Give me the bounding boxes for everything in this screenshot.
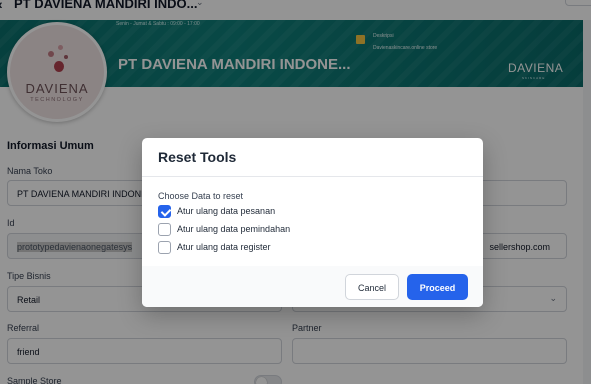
cancel-button[interactable]: Cancel [345,274,399,300]
option-label: Atur ulang data pemindahan [177,224,291,234]
modal-divider [142,176,483,177]
option-label: Atur ulang data pesanan [177,206,276,216]
option-label: Atur ulang data register [177,242,271,252]
checkbox-icon[interactable] [158,223,171,236]
modal-subtitle: Choose Data to reset [158,191,244,201]
reset-tools-modal: Reset Tools Choose Data to reset Atur ul… [142,138,483,307]
checkbox-icon[interactable] [158,241,171,254]
checkbox-checked-icon[interactable] [158,205,171,218]
modal-title: Reset Tools [158,149,237,165]
proceed-button[interactable]: Proceed [407,274,468,300]
